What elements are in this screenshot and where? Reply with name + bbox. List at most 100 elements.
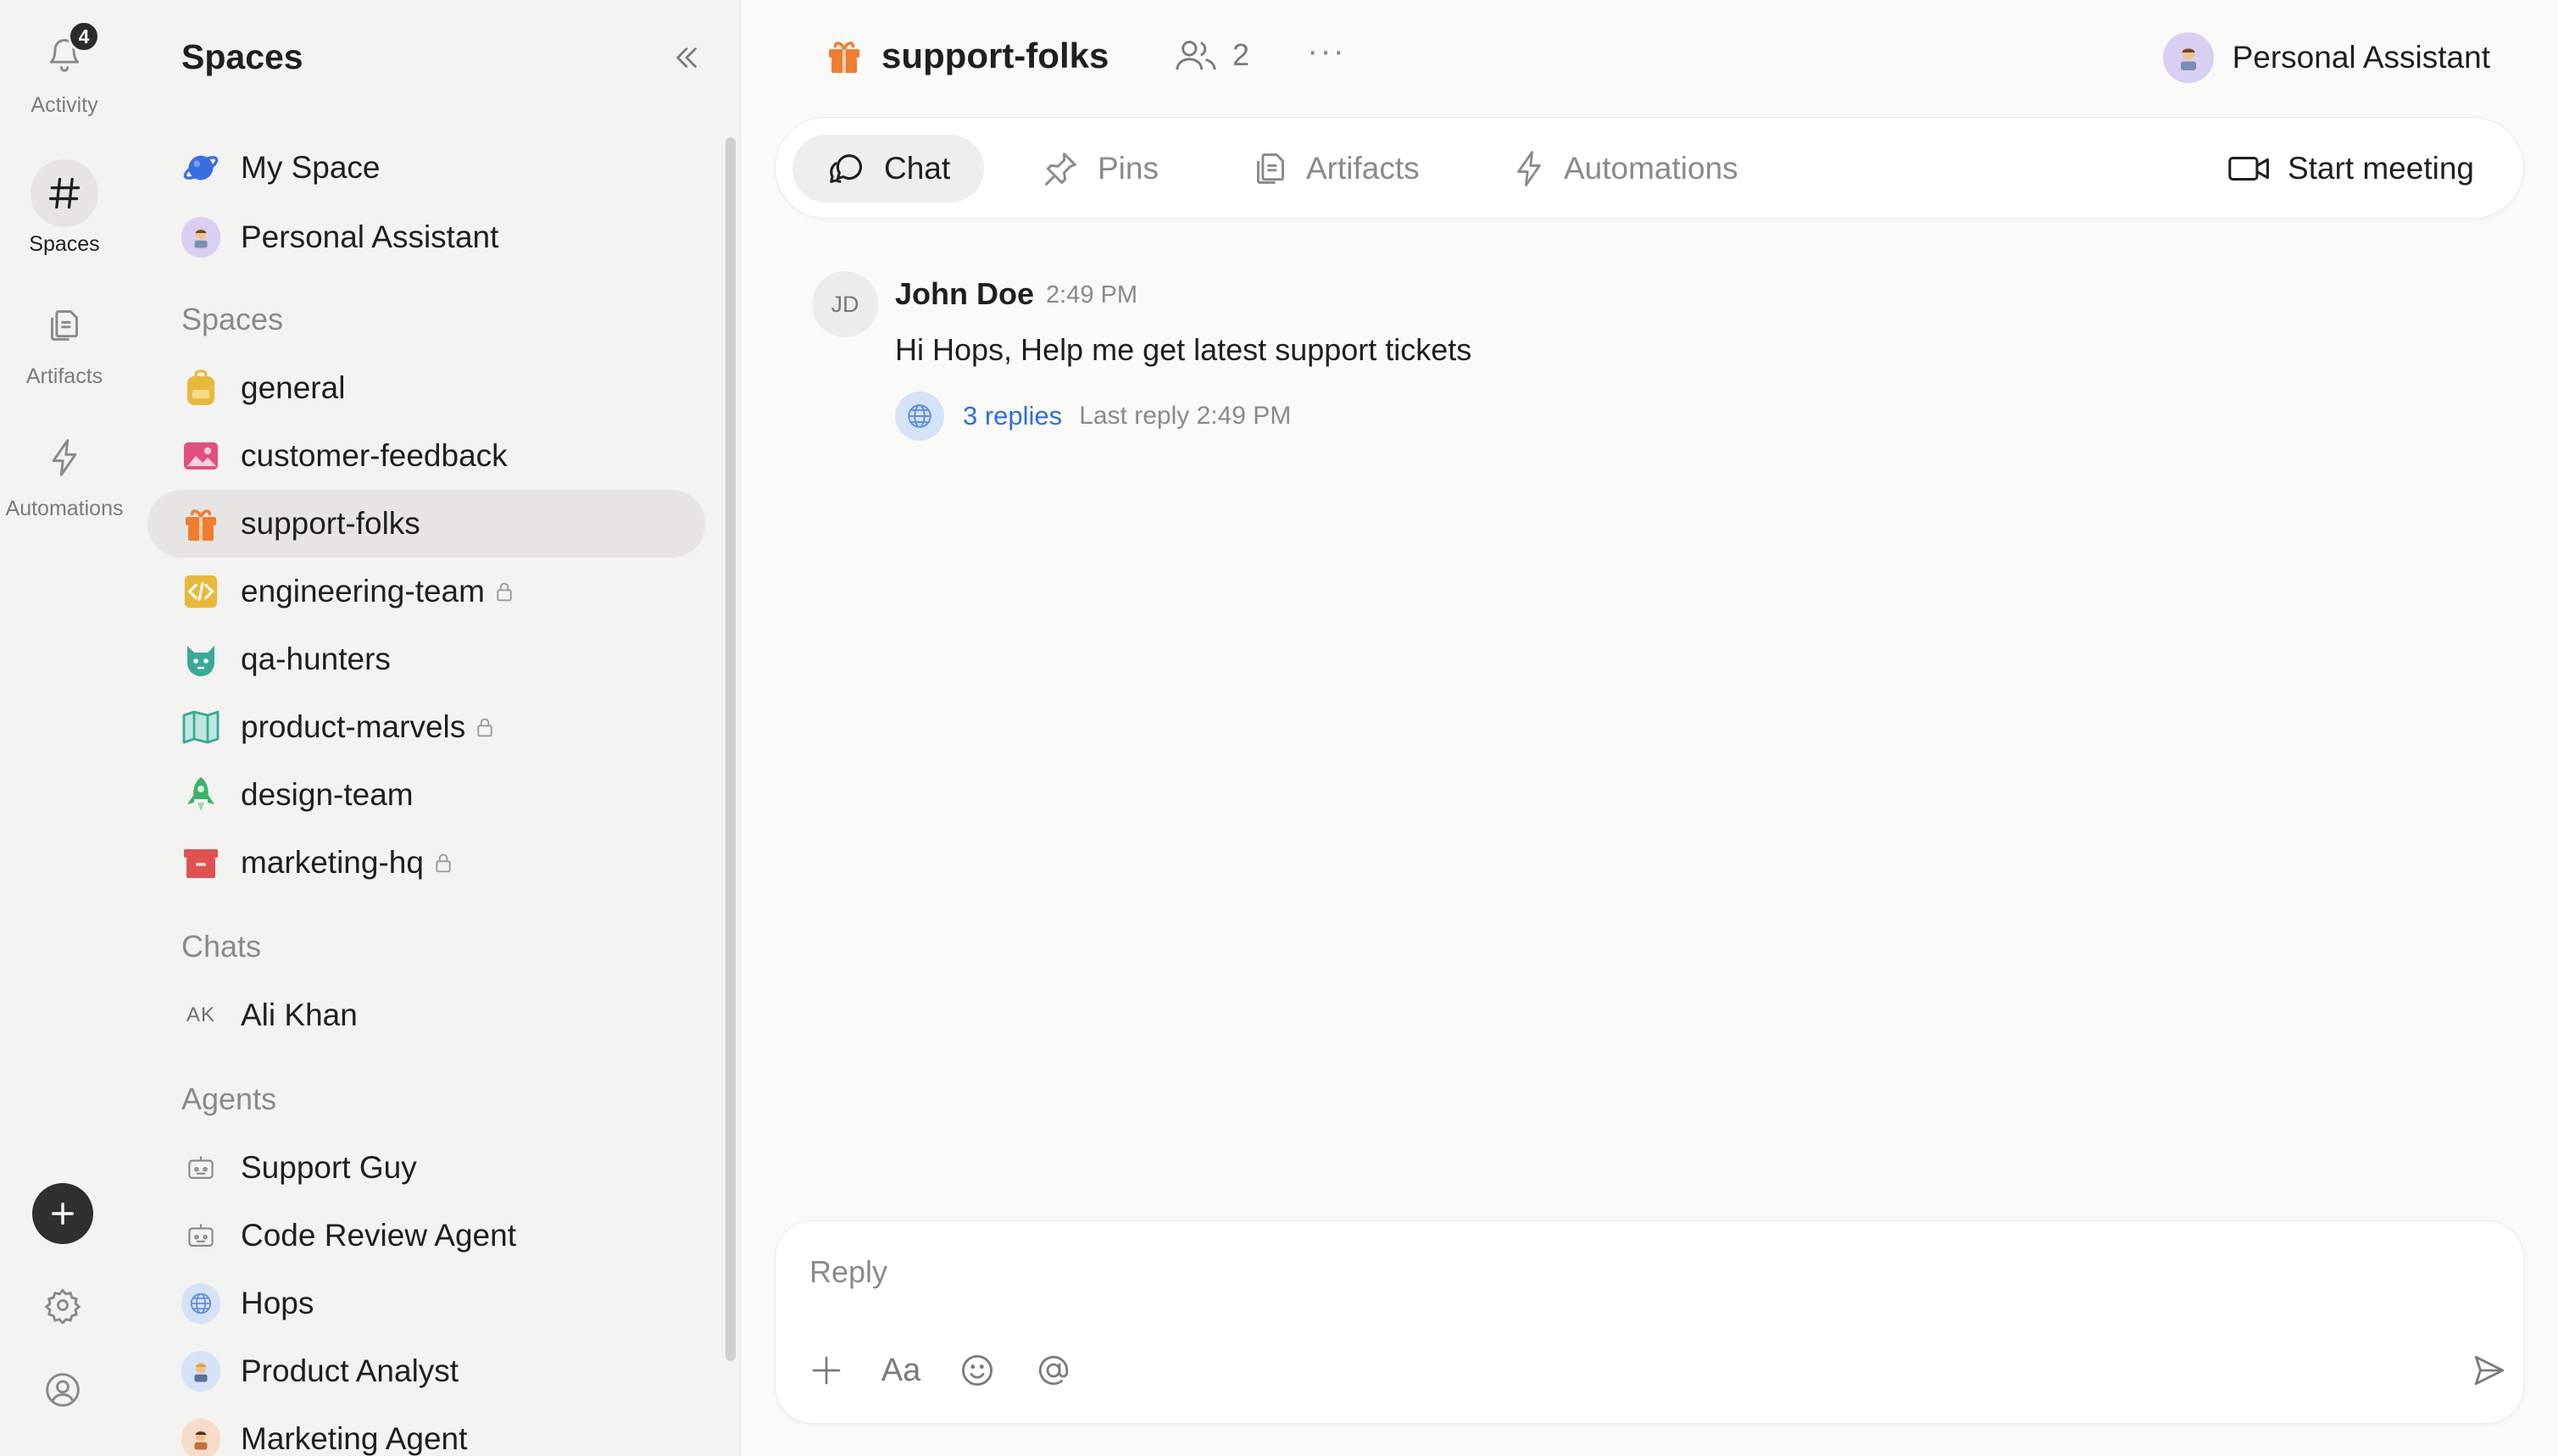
sidebar-item-label: Support Guy: [241, 1150, 417, 1185]
assistant-avatar: [181, 217, 220, 258]
space-tabbar: Chat Pins Artifacts Automations Start me…: [775, 117, 2524, 219]
message-author[interactable]: John Doe: [895, 276, 1034, 312]
bolt-icon: [31, 424, 98, 492]
personal-assistant-button[interactable]: Personal Assistant: [2162, 32, 2490, 83]
activity-badge: 4: [68, 20, 100, 53]
replies-link[interactable]: 3 replies: [963, 401, 1062, 431]
section-chats-header: Chats: [181, 929, 262, 964]
add-button[interactable]: [32, 1183, 93, 1244]
avatar[interactable]: JD: [812, 271, 878, 337]
sidebar-item-marketing-agent[interactable]: Marketing Agent: [147, 1405, 705, 1456]
sidebar-item-label: support-folks: [241, 506, 420, 541]
gift-icon: [826, 37, 863, 75]
chat-icon: [826, 150, 865, 187]
sidebar-item-hops[interactable]: Hops: [147, 1270, 705, 1337]
sidebar-item-design-team[interactable]: design-team: [147, 761, 705, 829]
sidebar-item-code-review-agent[interactable]: Code Review Agent: [147, 1202, 705, 1270]
members-count: 2: [1232, 37, 1250, 72]
rail-automations[interactable]: Automations: [0, 424, 129, 521]
sidebar-item-support-guy[interactable]: Support Guy: [147, 1134, 705, 1202]
sidebar-item-customer-feedback[interactable]: customer-feedback: [147, 422, 705, 490]
plus-icon[interactable]: [803, 1347, 850, 1394]
gift-icon: [181, 504, 220, 543]
sidebar-scrollbar[interactable]: [726, 137, 736, 1361]
rail-spaces-label: Spaces: [29, 232, 100, 256]
code-icon: [181, 572, 220, 611]
sidebar-item-product-analyst[interactable]: Product Analyst: [147, 1337, 705, 1405]
planet-icon: [181, 148, 220, 187]
tab-label: Automations: [1564, 151, 1738, 186]
main-panel: support-folks 2 ··· Personal Assistant C…: [741, 0, 2558, 1456]
lock-icon: [434, 853, 453, 873]
tab-label: Pins: [1098, 151, 1159, 186]
send-icon[interactable]: [2466, 1347, 2513, 1394]
sidebar-item-label: customer-feedback: [241, 438, 508, 473]
start-meeting-label: Start meeting: [2287, 151, 2474, 186]
app-rail: 4 Activity Spaces Artifacts Automations: [0, 0, 129, 1456]
sidebar-item-label: product-marvels: [241, 709, 466, 744]
sidebar-item-label: design-team: [241, 777, 414, 812]
mention-icon[interactable]: [1030, 1347, 1077, 1394]
globe-avatar: [181, 1283, 220, 1324]
hash-icon: [31, 159, 98, 227]
rail-spaces[interactable]: Spaces: [0, 159, 129, 257]
start-meeting-button[interactable]: Start meeting: [2228, 135, 2474, 203]
sidebar-item-label: Code Review Agent: [241, 1218, 516, 1253]
rail-artifacts[interactable]: Artifacts: [0, 292, 129, 389]
tab-chat[interactable]: Chat: [792, 135, 985, 203]
sidebar-item-label: Ali Khan: [241, 998, 358, 1032]
sidebar-item-label: Marketing Agent: [241, 1421, 468, 1456]
reply-input[interactable]: [809, 1247, 2420, 1298]
video-camera-icon: [2228, 154, 2271, 183]
archive-icon: [181, 843, 220, 882]
bot-icon: [181, 1148, 220, 1187]
analyst-avatar: [181, 1351, 220, 1392]
marketer-avatar: [181, 1419, 220, 1456]
thread-summary[interactable]: 3 replies Last reply 2:49 PM: [895, 392, 1291, 441]
cat-icon: [181, 640, 220, 679]
collapse-sidebar-icon[interactable]: [671, 42, 702, 73]
message-text: Hi Hops, Help me get latest support tick…: [895, 332, 1472, 367]
sidebar-item-product-marvels[interactable]: product-marvels: [147, 693, 705, 761]
lock-icon: [495, 581, 514, 602]
sidebar-item-label: My Space: [241, 150, 381, 185]
section-spaces-header: Spaces: [181, 302, 284, 336]
lock-icon: [475, 717, 494, 737]
sidebar-item-marketing-hq[interactable]: marketing-hq: [147, 829, 705, 897]
sidebar-title: Spaces: [181, 37, 303, 76]
sidebar-item-general[interactable]: general: [147, 354, 705, 422]
sidebar-item-engineering-team[interactable]: engineering-team: [147, 558, 705, 625]
rail-activity[interactable]: 4 Activity: [0, 20, 129, 118]
sidebar-item-personal-assistant[interactable]: Personal Assistant: [147, 203, 705, 271]
bot-icon: [181, 1216, 220, 1255]
pin-icon: [1042, 150, 1079, 187]
tab-pins[interactable]: Pins: [1008, 135, 1193, 203]
sidebar-item-label: engineering-team: [241, 574, 485, 609]
user-initials-avatar: AK: [186, 1003, 215, 1026]
sidebar-item-support-folks[interactable]: support-folks: [147, 490, 705, 558]
tab-label: Artifacts: [1306, 151, 1420, 186]
tab-automations[interactable]: Automations: [1479, 135, 1772, 203]
sidebar-item-label: marketing-hq: [241, 845, 424, 880]
bolt-icon: [1513, 149, 1545, 188]
sidebar-item-my-space[interactable]: My Space: [147, 134, 705, 202]
sidebar-item-qa-hunters[interactable]: qa-hunters: [147, 625, 705, 693]
profile-icon[interactable]: [42, 1370, 83, 1410]
sidebar-item-ali-khan[interactable]: AK Ali Khan: [147, 981, 705, 1049]
members-button[interactable]: 2: [1175, 37, 1249, 73]
sidebar-item-label: general: [241, 370, 346, 405]
section-agents-header: Agents: [181, 1081, 277, 1116]
reply-composer: Aa: [775, 1220, 2524, 1424]
files-icon: [31, 292, 98, 359]
tab-artifacts[interactable]: Artifacts: [1220, 135, 1454, 203]
sidebar-item-label: Personal Assistant: [241, 220, 499, 254]
text-format-button[interactable]: Aa: [877, 1347, 925, 1394]
rocket-icon: [181, 775, 220, 814]
emoji-icon[interactable]: [954, 1347, 1001, 1394]
tab-label: Chat: [884, 151, 951, 186]
settings-icon[interactable]: [42, 1285, 83, 1325]
globe-avatar: [895, 392, 944, 441]
more-options-button[interactable]: ···: [1307, 32, 1346, 70]
sidebar-item-label: Product Analyst: [241, 1353, 459, 1388]
message-timestamp: 2:49 PM: [1046, 281, 1137, 308]
